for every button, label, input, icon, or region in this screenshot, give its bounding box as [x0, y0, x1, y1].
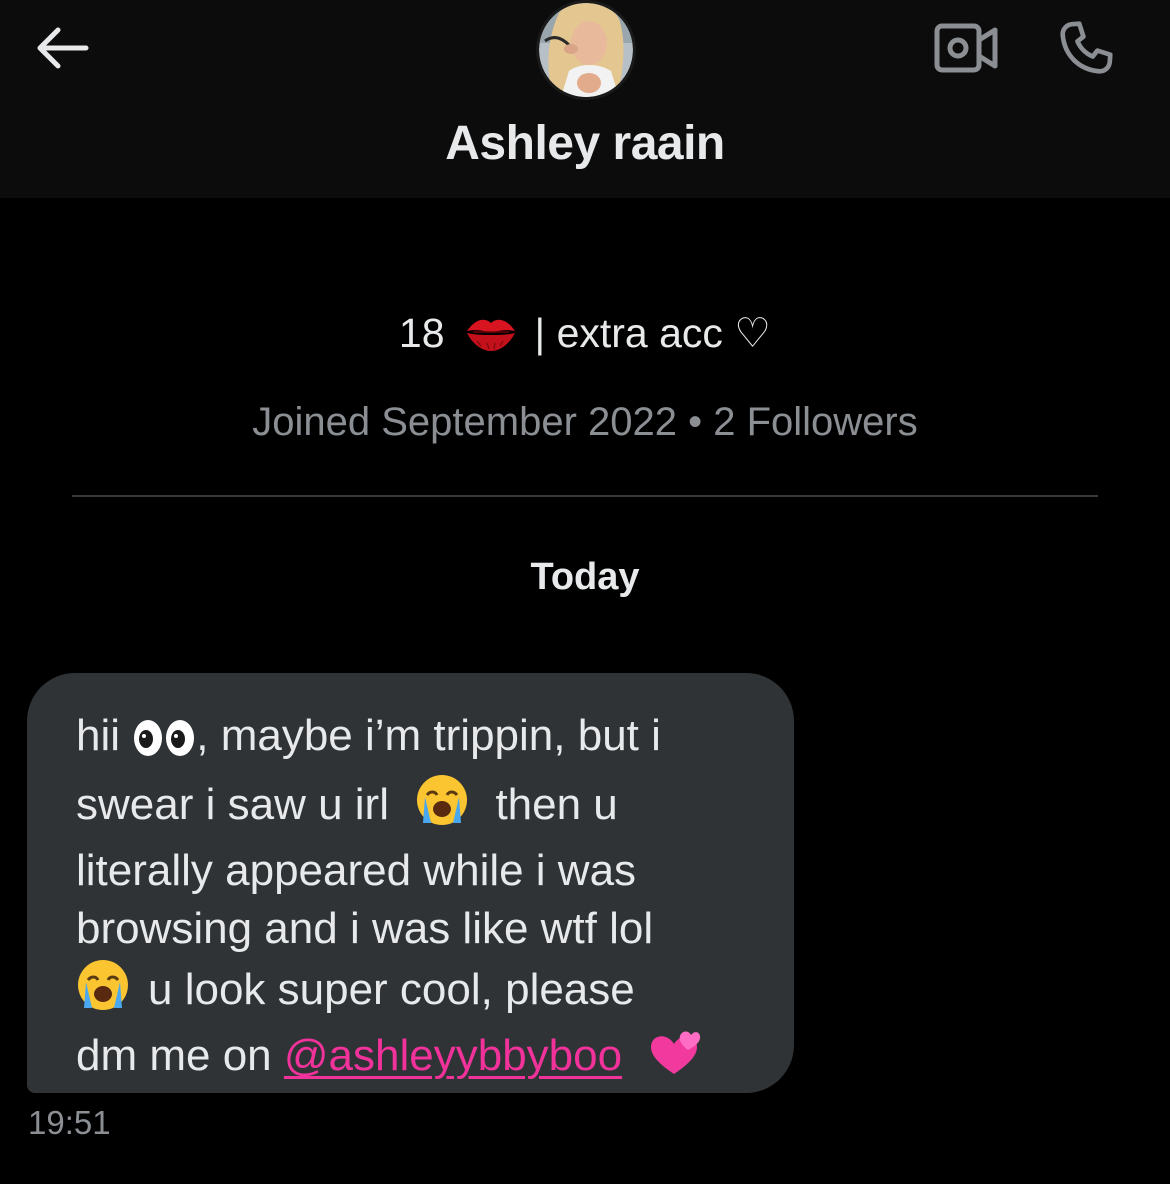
message-line: hii , maybe i’m trippin, but i [76, 707, 754, 773]
video-camera-icon [934, 23, 998, 73]
message-text: , maybe i’m trippin, but i [196, 711, 661, 760]
eyes-emoji-icon [132, 715, 196, 773]
message-text: u look super cool, please [148, 965, 635, 1014]
back-button[interactable] [30, 18, 94, 78]
kiss-mark-icon [465, 313, 517, 353]
video-call-button[interactable] [930, 18, 1002, 78]
message-bubble[interactable]: hii , maybe i’m trippin, but i swear i s… [27, 673, 794, 1093]
avatar[interactable] [536, 0, 636, 100]
message-line: u look super cool, please [76, 958, 754, 1027]
date-separator: Today [530, 556, 640, 598]
dm-conversation-screen: Ashley raain 18 | extra acc ♡ Joined Sep… [0, 0, 1170, 1184]
crying-face-emoji-icon [76, 958, 130, 1027]
conversation-header: Ashley raain [0, 0, 1170, 198]
message-text: dm me on [76, 1031, 272, 1080]
phone-icon [1060, 21, 1113, 74]
mention-link[interactable]: @ashleyybbyboo [284, 1031, 622, 1080]
message-text: hii [76, 711, 121, 760]
profile-meta: Joined September 2022 • 2 Followers [252, 400, 918, 444]
profile-bio: 18 | extra acc ♡ [0, 309, 1170, 357]
message-line: browsing and i was like wtf lol [76, 904, 654, 953]
message-line: swear i saw u irl then u [76, 773, 754, 842]
arrow-left-icon [37, 27, 89, 69]
voice-call-button[interactable] [1050, 14, 1122, 82]
message-text: swear i saw u irl [76, 780, 389, 829]
bio-text: | extra acc ♡ [534, 310, 772, 356]
contact-name[interactable]: Ashley raain [0, 116, 1170, 171]
bio-age: 18 [398, 309, 445, 356]
divider [72, 495, 1098, 497]
message-text: then u [495, 780, 618, 829]
message-timestamp: 19:51 [28, 1104, 111, 1141]
profile-photo [539, 3, 633, 97]
crying-face-emoji-icon [415, 773, 469, 842]
two-hearts-emoji-icon [646, 1028, 702, 1093]
message-line: literally appeared while i was [76, 846, 637, 895]
message-line: dm me on @ashleyybbyboo [76, 1027, 754, 1093]
